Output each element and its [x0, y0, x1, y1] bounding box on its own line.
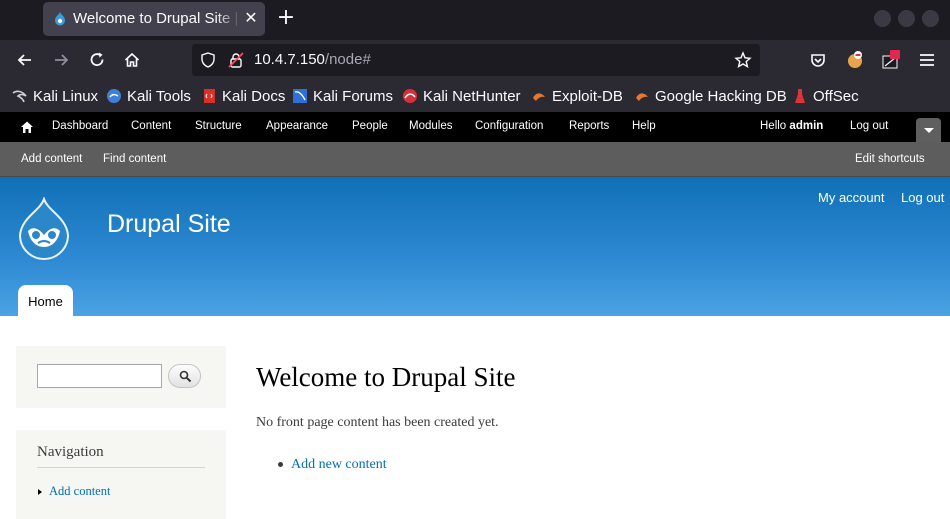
close-tab-icon[interactable]: ✕ [241, 8, 261, 28]
shortcut-find-content[interactable]: Find content [103, 153, 166, 165]
drupal-logo-icon[interactable] [14, 197, 74, 263]
browser-nav-bar: 10.4.7.150/node# 2 [0, 40, 950, 94]
toolbar-dashboard[interactable]: Dashboard [52, 120, 108, 132]
insecure-lock-icon[interactable] [228, 52, 244, 68]
search-input[interactable] [37, 364, 162, 388]
home-icon[interactable] [122, 50, 142, 70]
site-header: Drupal Site My account Log out Home [0, 177, 950, 316]
shortcuts-bar: Add content Find content Edit shortcuts [0, 142, 950, 177]
search-button[interactable] [168, 364, 201, 388]
kali-tools-icon [107, 89, 121, 103]
app-menu-icon[interactable] [917, 50, 937, 70]
bookmark-label: Google Hacking DB [655, 87, 787, 105]
bookmark-kali-nethunter[interactable]: Kali NetHunter [402, 86, 521, 106]
minimize-button[interactable] [874, 10, 891, 27]
forward-icon[interactable] [51, 50, 71, 70]
toolbar-greeting: Hello admin [760, 120, 823, 132]
kali-forums-icon [293, 89, 307, 103]
bookmark-label: Kali Docs [222, 87, 286, 105]
new-tab-icon[interactable]: + [276, 7, 296, 29]
bookmark-offsec[interactable]: OffSec [792, 86, 859, 106]
site-name[interactable]: Drupal Site [107, 210, 231, 239]
greeting-username[interactable]: admin [789, 120, 823, 132]
bookmark-kali-forums[interactable]: Kali Forums [292, 86, 393, 106]
navigation-title: Navigation [37, 444, 104, 460]
bookmark-label: Kali Linux [33, 87, 99, 105]
url-text[interactable]: 10.4.7.150/node# [254, 51, 371, 68]
tab-title: Welcome to Drupal Site | Drupal Site [73, 10, 241, 27]
bookmark-kali-tools[interactable]: Kali Tools [106, 86, 191, 106]
exploit-db-icon [533, 93, 545, 101]
bookmark-kali-linux[interactable]: Kali Linux [12, 86, 98, 106]
bookmark-label: Exploit-DB [552, 87, 623, 105]
bookmark-exploit-db[interactable]: Exploit-DB [531, 86, 623, 106]
tracking-protection-icon[interactable] [200, 52, 216, 68]
shortcuts-toggle-button[interactable] [916, 118, 941, 142]
search-block [16, 346, 226, 408]
bookmark-label: Kali Forums [313, 87, 394, 105]
kali-docs-icon [204, 89, 215, 103]
toolbar-appearance[interactable]: Appearance [266, 120, 328, 132]
toolbar-modules[interactable]: Modules [409, 120, 452, 132]
tab-home[interactable]: Home [18, 285, 73, 316]
search-icon [179, 370, 192, 383]
navigation-divider [37, 467, 205, 468]
add-new-content-link[interactable]: Add new content [291, 457, 387, 473]
pocket-icon[interactable] [808, 50, 828, 70]
admin-toolbar: Dashboard Content Structure Appearance P… [0, 112, 950, 142]
shortcut-add-content[interactable]: Add content [21, 153, 82, 165]
bookmarks-toolbar: Kali Linux Kali Tools Kali Docs Kali For… [0, 80, 950, 112]
my-account-link[interactable]: My account [818, 190, 884, 205]
maximize-button[interactable] [898, 10, 915, 27]
drupal-favicon-icon [55, 12, 65, 26]
close-window-button[interactable] [922, 10, 939, 27]
list-bullet [278, 462, 283, 467]
address-bar[interactable]: 10.4.7.150/node# [192, 44, 760, 76]
reload-icon[interactable] [87, 50, 107, 70]
no-content-message: No front page content has been created y… [256, 415, 499, 430]
nethunter-icon [403, 89, 417, 103]
back-icon[interactable] [15, 50, 35, 70]
bookmark-star-icon[interactable] [734, 51, 752, 69]
toolbar-home-icon[interactable] [20, 120, 34, 134]
extension-foxyproxy-icon[interactable] [845, 50, 865, 70]
edit-shortcuts-link[interactable]: Edit shortcuts [855, 153, 925, 165]
nav-item-label: Add content [49, 484, 111, 498]
url-host: 10.4.7.150 [254, 51, 325, 68]
url-path: /node# [324, 51, 371, 68]
nav-item-add-content[interactable]: Add content [37, 484, 111, 499]
bookmark-label: Kali NetHunter [423, 87, 521, 105]
bookmark-kali-docs[interactable]: Kali Docs [201, 86, 285, 106]
toolbar-content[interactable]: Content [131, 120, 171, 132]
toolbar-logout[interactable]: Log out [850, 120, 888, 132]
kali-dragon-icon [12, 90, 27, 103]
bookmark-label: OffSec [813, 87, 859, 105]
browser-tab-bar: Welcome to Drupal Site | Drupal Site ✕ + [0, 0, 950, 40]
navigation-block: Navigation Add content [16, 430, 226, 519]
page-title: Welcome to Drupal Site [256, 362, 516, 392]
toolbar-reports[interactable]: Reports [569, 120, 609, 132]
toolbar-configuration[interactable]: Configuration [475, 120, 543, 132]
bookmark-google-hacking-db[interactable]: Google Hacking DB [634, 86, 787, 106]
bookmark-label: Kali Tools [127, 87, 191, 105]
header-logout-link[interactable]: Log out [901, 190, 944, 205]
toolbar-help[interactable]: Help [632, 120, 656, 132]
offsec-icon [795, 89, 805, 103]
browser-tab[interactable]: Welcome to Drupal Site | Drupal Site ✕ [43, 2, 265, 36]
extension-wappalyzer-icon[interactable] [881, 50, 901, 70]
toolbar-structure[interactable]: Structure [195, 120, 242, 132]
greeting-text: Hello [760, 120, 787, 132]
toolbar-people[interactable]: People [352, 120, 388, 132]
ghdb-icon [636, 93, 648, 101]
